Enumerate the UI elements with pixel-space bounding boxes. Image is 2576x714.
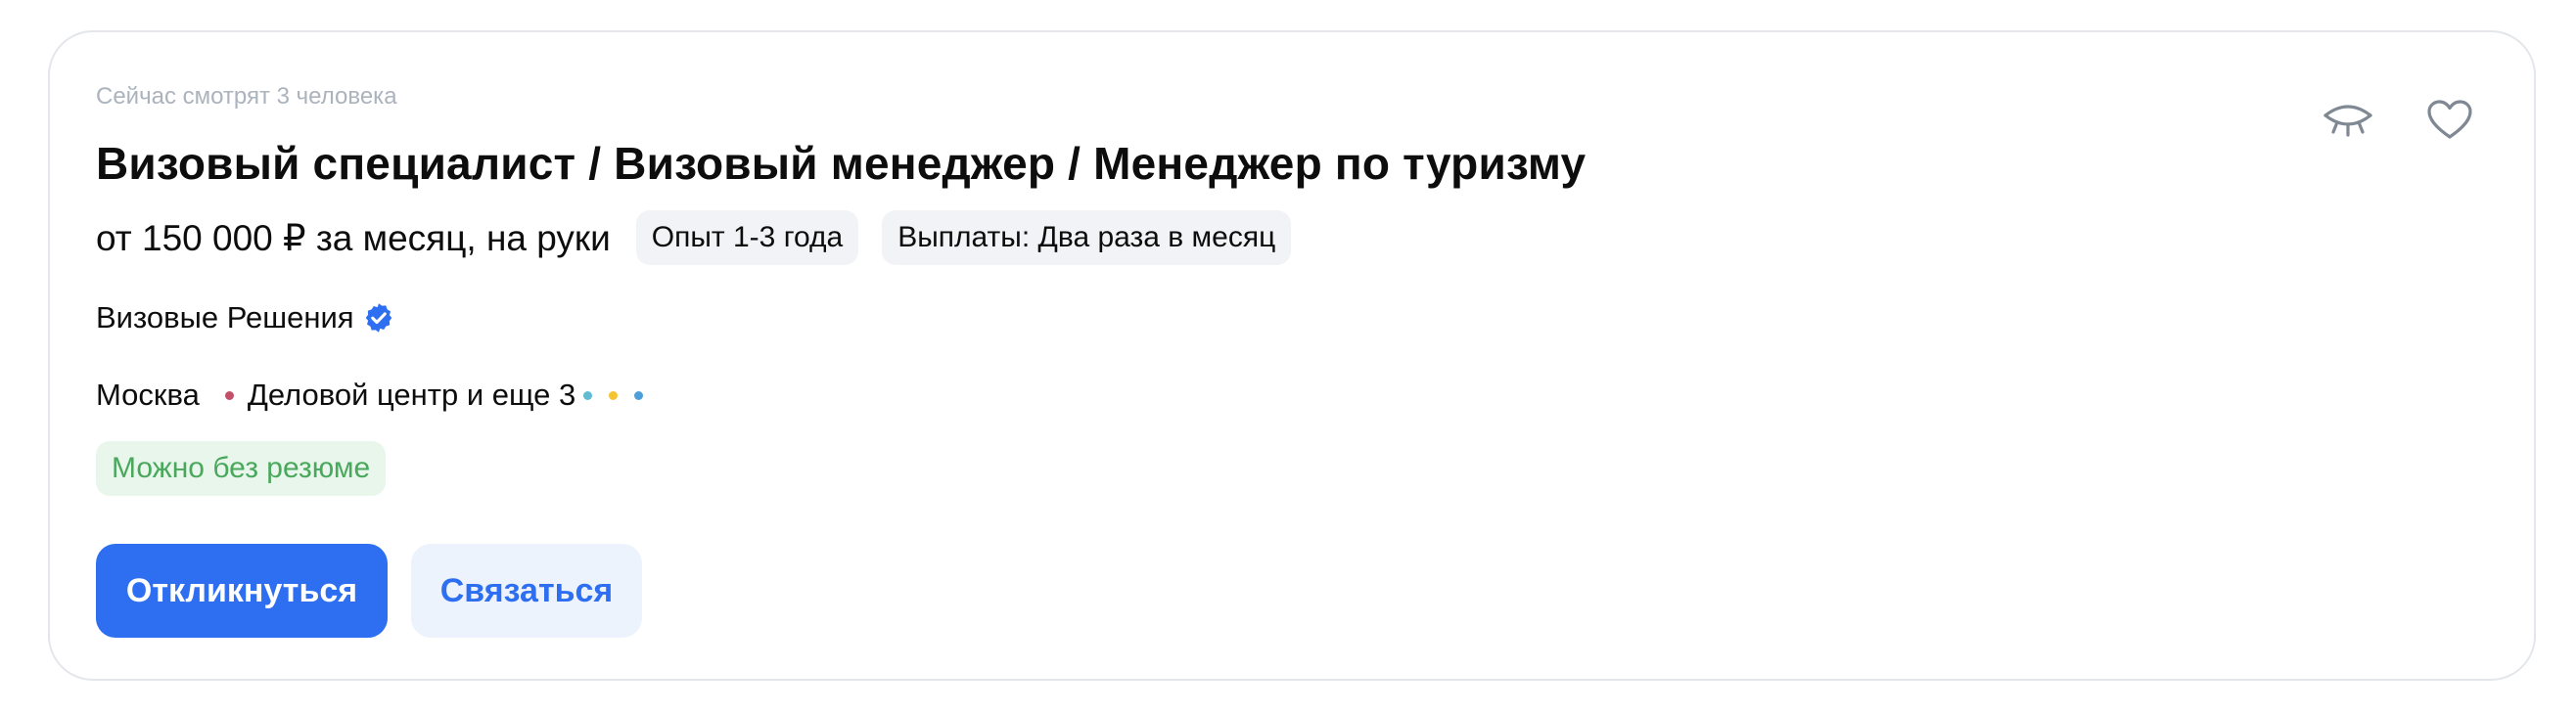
vacancy-card[interactable]: Сейчас смотрят 3 человека Визовый специа…: [48, 30, 2536, 681]
metro-line-dot: [583, 390, 593, 400]
metro-station: Деловой центр и еще 3: [247, 378, 576, 412]
eye-closed-icon: [2323, 105, 2372, 137]
no-resume-badge: Можно без резюме: [96, 441, 387, 496]
vacancy-title[interactable]: Визовый специалист / Визовый менеджер / …: [96, 137, 1586, 190]
city: Москва: [96, 378, 200, 412]
metro-line-dot: [224, 390, 234, 400]
metro-line-dot: [609, 390, 619, 400]
salary: от 150 000 ₽ за месяц, на руки: [96, 217, 611, 258]
verified-badge-icon: [362, 301, 395, 335]
company-row: Визовые Решения: [96, 296, 395, 339]
metro-line-dot: [634, 390, 644, 400]
viewers-count: Сейчас смотрят 3 человека: [96, 83, 397, 110]
experience-tag: Опыт 1-3 года: [635, 210, 859, 265]
apply-button[interactable]: Откликнуться: [96, 544, 388, 638]
location-row: Москва Деловой центр и еще 3: [96, 374, 660, 417]
contact-button[interactable]: Связаться: [411, 544, 642, 638]
payments-tag: Выплаты: Два раза в месяц: [882, 210, 1292, 265]
company-name[interactable]: Визовые Решения: [96, 300, 354, 335]
salary-row: от 150 000 ₽ за месяц, на руки Опыт 1-3 …: [96, 210, 1314, 265]
heart-icon: [2427, 100, 2472, 139]
favorite-button[interactable]: [2420, 91, 2479, 150]
hide-vacancy-button[interactable]: [2319, 91, 2377, 150]
